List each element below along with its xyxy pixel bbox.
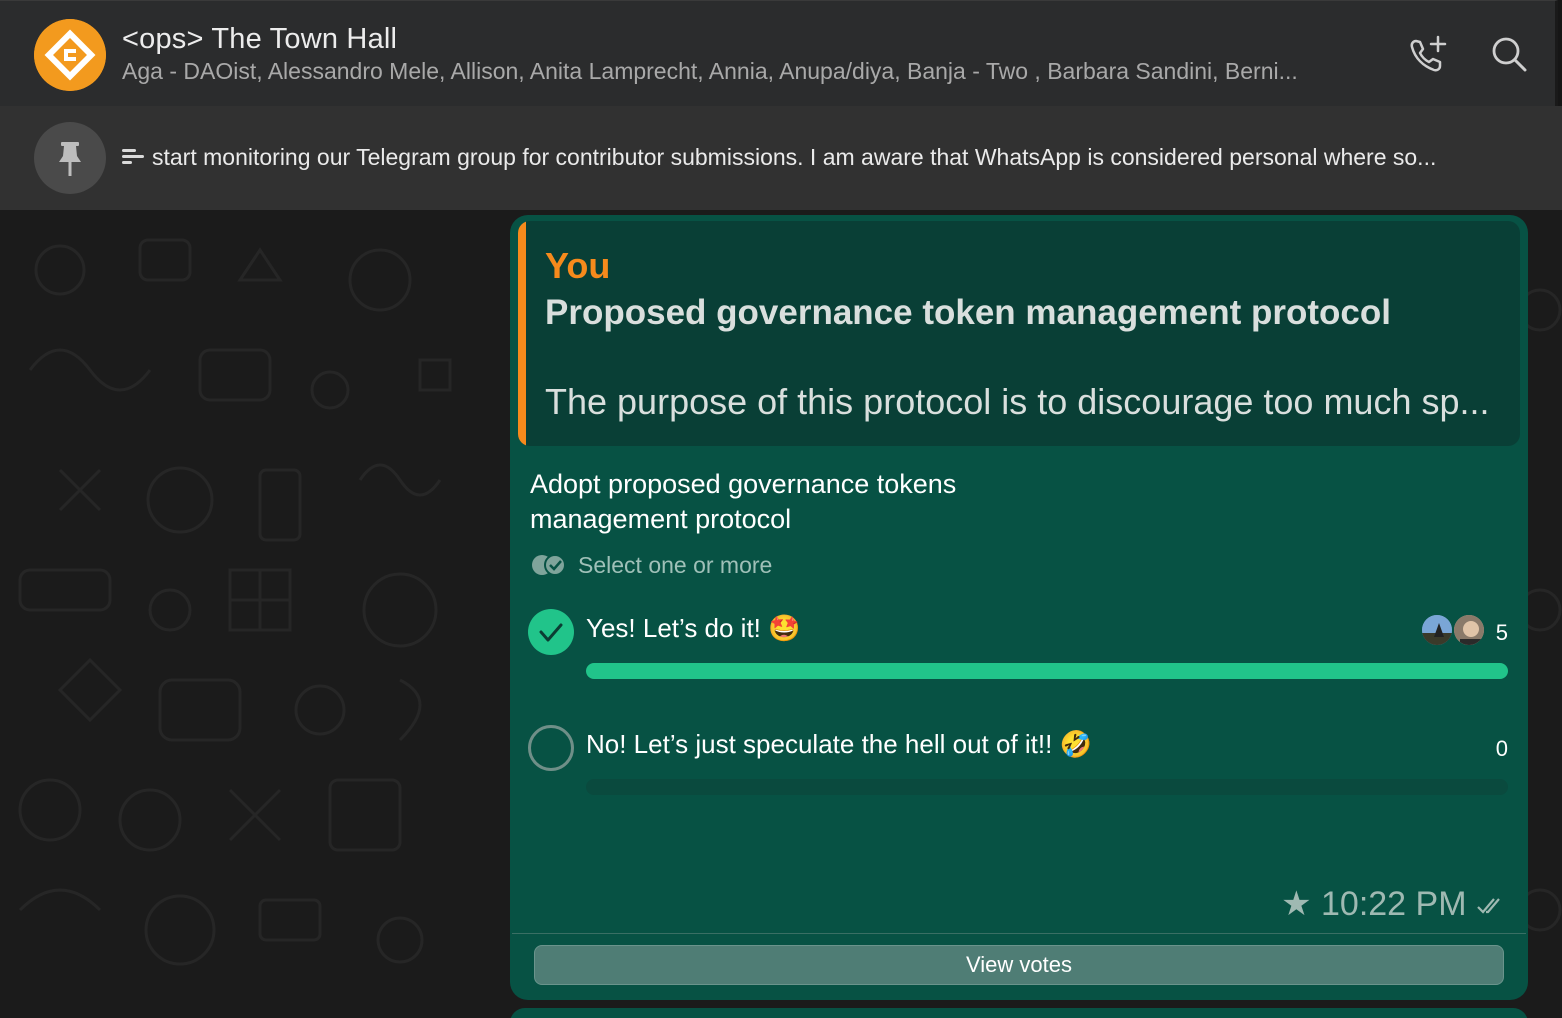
next-message-bubble[interactable] <box>510 1008 1528 1018</box>
message-time: ★ 10:22 PM <box>1281 885 1467 923</box>
chat-title[interactable]: <ops> The Town Hall <box>122 23 397 56</box>
quote-title: Proposed governance token management pro… <box>545 293 1391 332</box>
view-votes-button[interactable]: View votes <box>534 945 1504 985</box>
chat-header[interactable]: <ops> The Town Hall Aga - DAOist, Alessa… <box>0 0 1558 106</box>
poll-hint: Select one or more <box>578 552 773 578</box>
poll-option-1-label[interactable]: Yes! Let’s do it! 🤩 <box>586 613 801 644</box>
voter-avatar <box>1452 613 1486 647</box>
message-meta: ★ 10:22 PM <box>1281 884 1506 924</box>
poll-option-2-label[interactable]: No! Let’s just speculate the hell out of… <box>586 729 1092 760</box>
checkmark-icon <box>539 623 563 642</box>
poll-option-2-count: 0 <box>1495 736 1508 761</box>
poll-option-1-bar-fill <box>586 663 1508 679</box>
poll-option-1-bar <box>586 663 1508 679</box>
pinned-text: start monitoring our Telegram group for … <box>152 144 1437 170</box>
quote-accent-bar <box>518 221 526 446</box>
pin-icon <box>59 142 81 176</box>
whatsapp-window: <ops> The Town Hall Aga - DAOist, Alessa… <box>0 0 1562 1018</box>
poll-option-1-count: 5 <box>1495 620 1508 645</box>
pinned-message-text[interactable]: start monitoring our Telegram group for … <box>122 144 1542 172</box>
text-lines-icon <box>122 145 144 172</box>
quote-body: The purpose of this protocol is to disco… <box>545 381 1490 422</box>
pinned-message-bar[interactable]: start monitoring our Telegram group for … <box>0 106 1562 211</box>
voter-avatar <box>1420 613 1454 647</box>
add-call-icon[interactable] <box>1406 33 1450 77</box>
poll-option-2-bar <box>586 779 1508 795</box>
poll-option-2-checkbox[interactable] <box>528 725 574 771</box>
read-receipt-icon <box>1477 898 1500 914</box>
group-members-list[interactable]: Aga - DAOist, Alessandro Mele, Allison, … <box>122 58 1382 85</box>
group-logo-icon <box>34 19 106 91</box>
poll-option-1-checkbox[interactable] <box>528 609 574 655</box>
group-avatar[interactable] <box>34 19 106 91</box>
search-icon[interactable] <box>1488 33 1532 77</box>
pin-button[interactable] <box>34 122 106 194</box>
quoted-message[interactable]: You Proposed governance token management… <box>518 221 1520 446</box>
bubble-divider <box>512 933 1526 934</box>
double-check-icon <box>531 554 567 581</box>
poll-question: Adopt proposed governance tokens managem… <box>530 469 957 534</box>
quote-author: You <box>545 245 611 286</box>
